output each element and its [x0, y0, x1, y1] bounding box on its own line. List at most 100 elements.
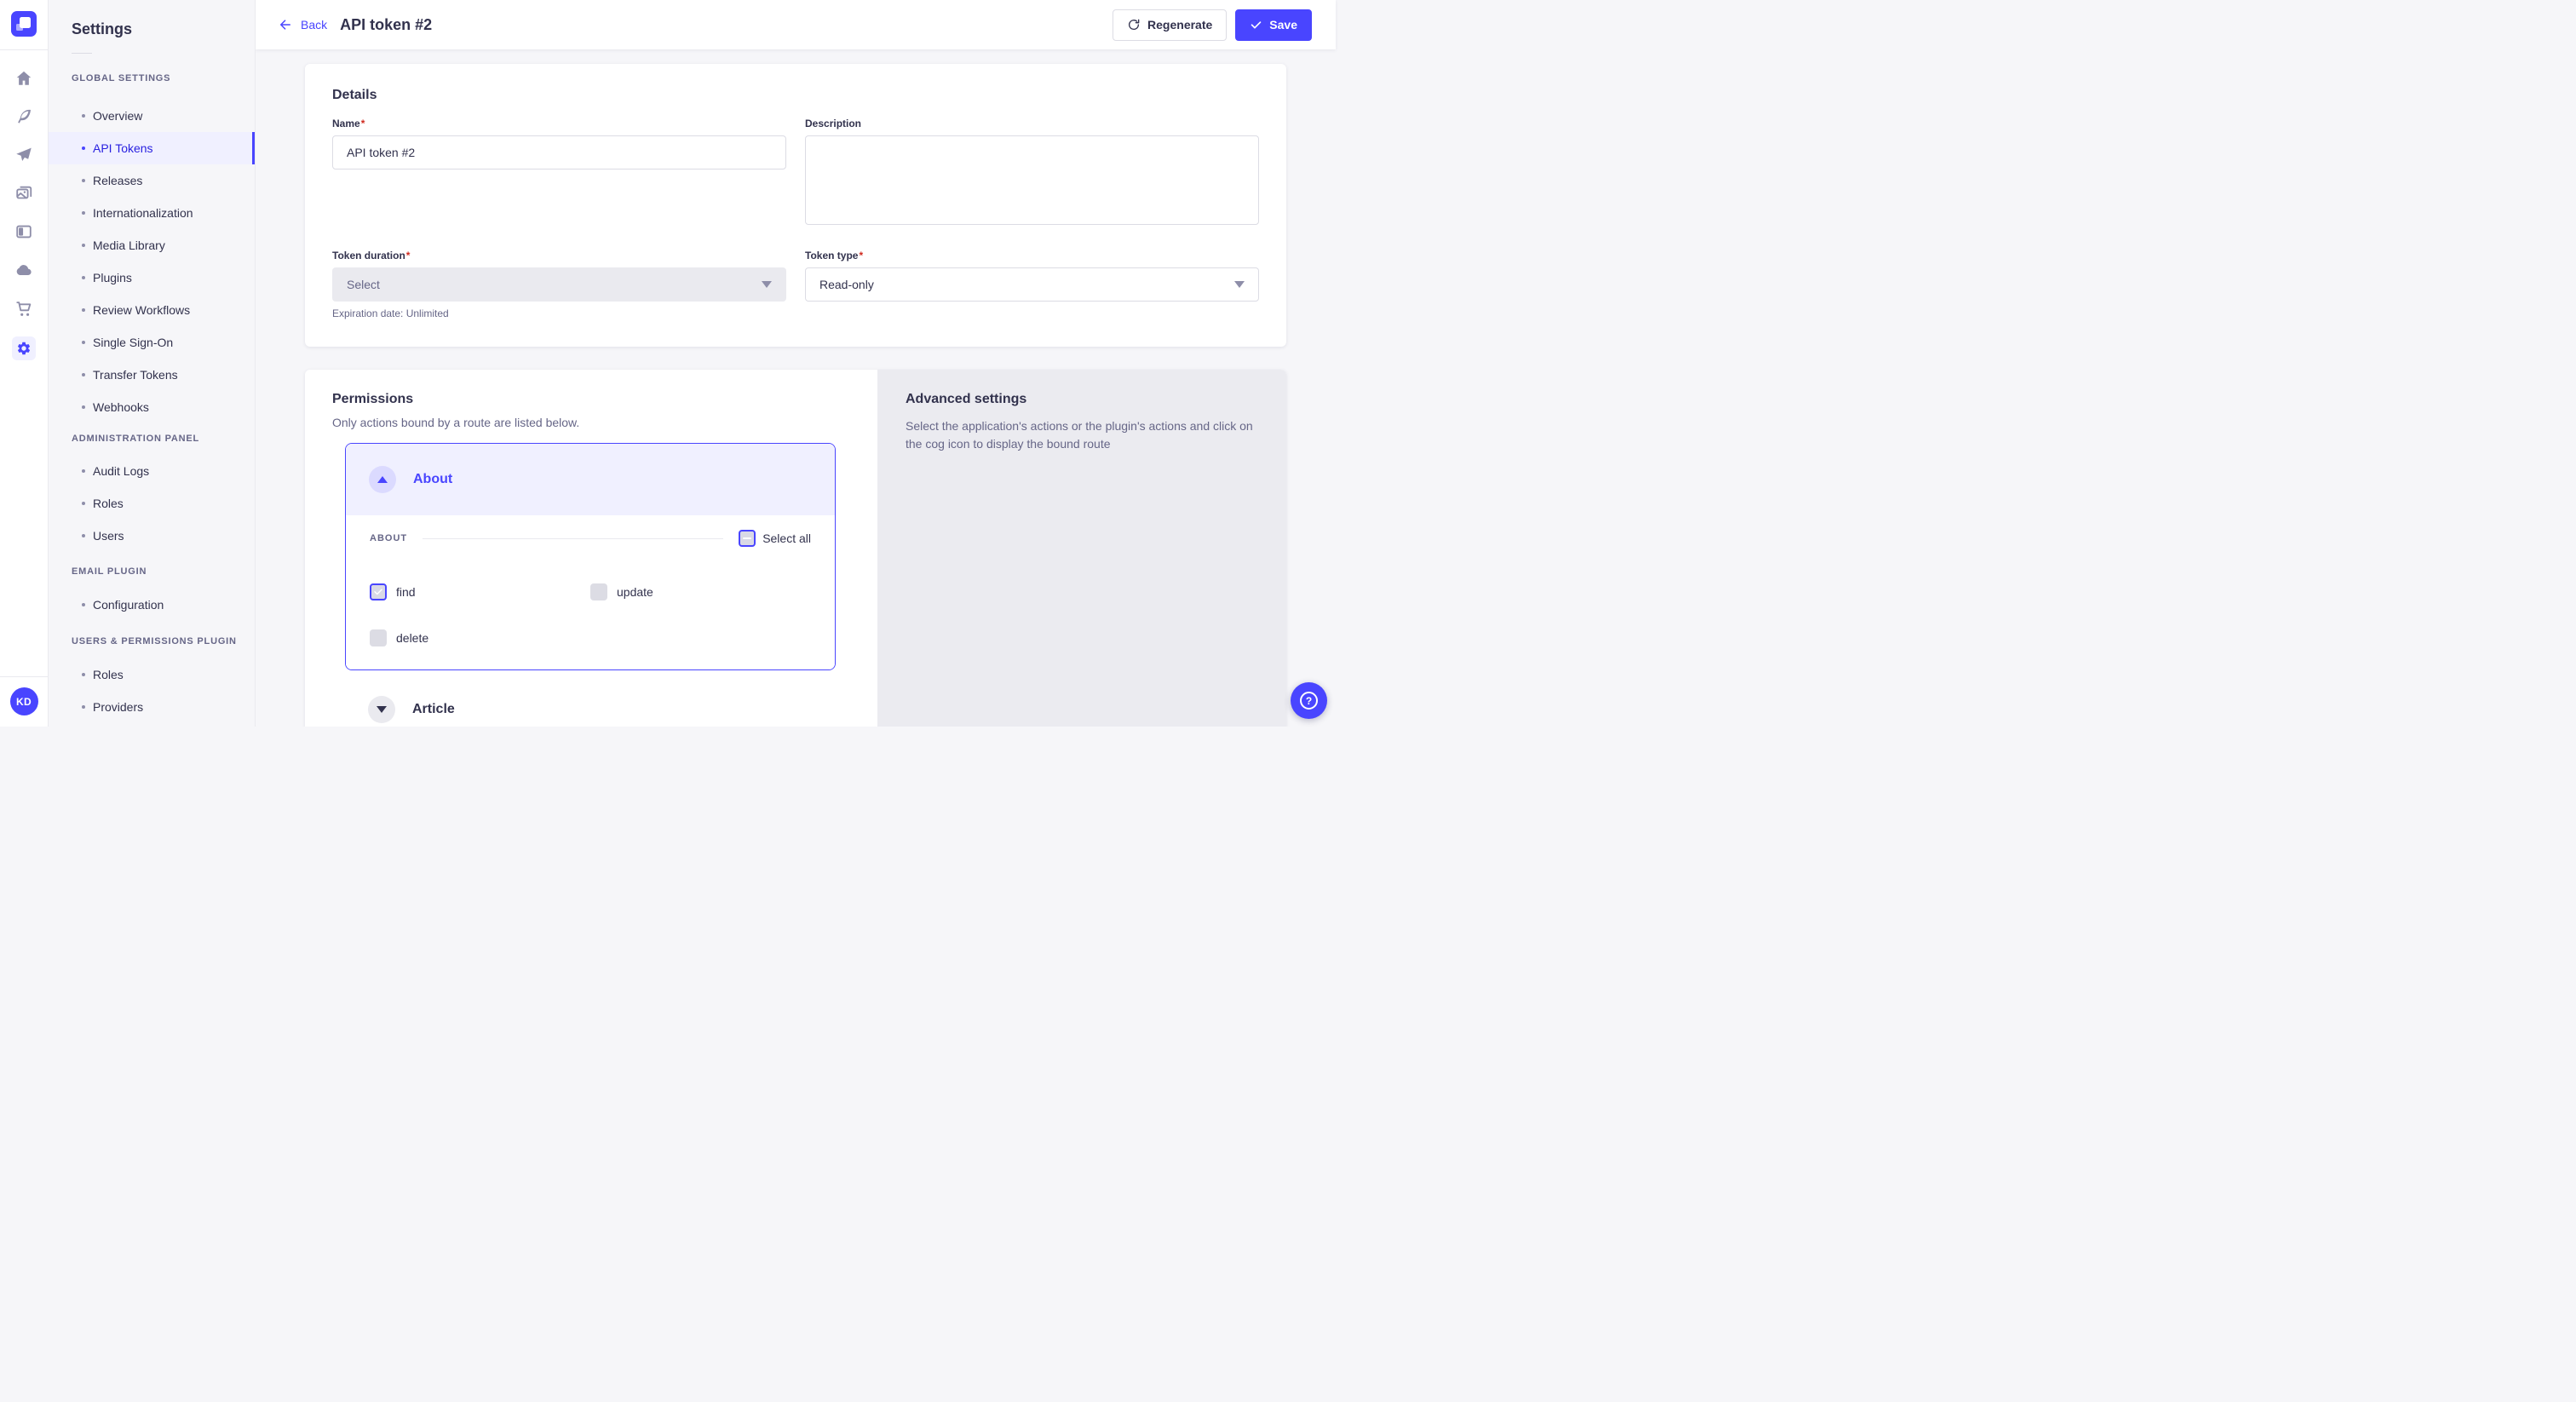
- bullet-dot: [82, 211, 85, 215]
- sidebar-item-label: Configuration: [93, 598, 164, 612]
- home-icon[interactable]: [14, 68, 34, 89]
- save-label: Save: [1269, 18, 1297, 32]
- accordion-about-title: About: [413, 472, 452, 487]
- sidebar-item-label: Internationalization: [93, 206, 193, 220]
- token-type-select[interactable]: Read-only: [805, 267, 1259, 302]
- regenerate-label: Regenerate: [1147, 18, 1212, 32]
- rail-bottom-divider: [0, 676, 48, 677]
- sidebar-item-plugins[interactable]: Plugins: [49, 261, 255, 294]
- page-header: Back API token #2 Regenerate Save: [256, 0, 1336, 49]
- back-label: Back: [301, 18, 327, 32]
- action-label: find: [396, 585, 416, 599]
- media-library-icon[interactable]: [14, 183, 34, 204]
- bullet-dot: [82, 276, 85, 279]
- collapse-caret-button[interactable]: [369, 466, 396, 493]
- sidebar-item-label: Media Library: [93, 238, 165, 252]
- sidebar-item-overview[interactable]: Overview: [49, 100, 255, 132]
- sidebar-item-single-sign-on[interactable]: Single Sign-On: [49, 326, 255, 359]
- save-button[interactable]: Save: [1235, 9, 1312, 41]
- caret-up-icon: [377, 476, 388, 483]
- sidebar-item-internationalization[interactable]: Internationalization: [49, 197, 255, 229]
- cloud-icon[interactable]: [14, 260, 34, 280]
- sidebar-item-label: Overview: [93, 109, 142, 123]
- permissions-pane: Permissions Only actions bound by a rout…: [305, 370, 877, 727]
- details-heading: Details: [332, 88, 1259, 103]
- refresh-icon: [1127, 18, 1141, 32]
- section-administration-panel: ADMINISTRATION PANEL: [72, 434, 255, 444]
- accordion-about-body: ABOUT Select all: [346, 515, 835, 669]
- sidebar-title-divider: [72, 53, 92, 54]
- help-button[interactable]: ?: [1291, 682, 1327, 719]
- delete-checkbox[interactable]: [370, 629, 387, 646]
- sidebar-item-audit-logs[interactable]: Audit Logs: [49, 455, 255, 487]
- section-global-settings: GLOBAL SETTINGS: [72, 73, 255, 83]
- bullet-dot: [82, 705, 85, 709]
- check-icon: [373, 587, 383, 597]
- sidebar-item-releases[interactable]: Releases: [49, 164, 255, 197]
- token-duration-field-group: Token duration* Select Expiration date: …: [332, 250, 786, 319]
- token-type-label: Token type*: [805, 250, 1259, 261]
- sidebar-item-transfer-tokens[interactable]: Transfer Tokens: [49, 359, 255, 391]
- select-all-checkbox[interactable]: [739, 530, 756, 547]
- advanced-settings-heading: Advanced settings: [906, 392, 1259, 407]
- bullet-dot: [82, 147, 85, 150]
- paper-plane-icon[interactable]: [14, 145, 34, 165]
- content-area: Details Name* Description Token duration…: [256, 49, 1336, 727]
- sidebar-item-api-tokens[interactable]: API Tokens: [49, 132, 255, 164]
- feather-icon[interactable]: [14, 106, 34, 127]
- sidebar-item-label: Plugins: [93, 271, 132, 284]
- find-checkbox[interactable]: [370, 583, 387, 600]
- sidebar-item-label: Providers: [93, 700, 143, 714]
- sidebar-item-users[interactable]: Users: [49, 520, 255, 552]
- name-label: Name*: [332, 118, 786, 129]
- sidebar-item-label: Transfer Tokens: [93, 368, 178, 382]
- action-update: update: [590, 583, 811, 600]
- sidebar-item-admin-roles[interactable]: Roles: [49, 487, 255, 520]
- name-input[interactable]: [332, 135, 786, 170]
- back-link[interactable]: Back: [278, 17, 327, 32]
- accordion-article-header[interactable]: Article: [345, 682, 836, 727]
- bullet-dot: [82, 308, 85, 312]
- bullet-dot: [82, 502, 85, 505]
- user-avatar[interactable]: KD: [10, 687, 38, 715]
- sidebar-item-configuration[interactable]: Configuration: [49, 589, 255, 621]
- bullet-dot: [82, 673, 85, 676]
- layout-icon[interactable]: [14, 221, 34, 242]
- sidebar-item-label: Review Workflows: [93, 303, 190, 317]
- details-card: Details Name* Description Token duration…: [305, 64, 1286, 347]
- sidebar-item-providers[interactable]: Providers: [49, 691, 255, 723]
- arrow-left-icon: [278, 17, 293, 32]
- update-checkbox[interactable]: [590, 583, 607, 600]
- check-icon: [1250, 19, 1262, 32]
- token-duration-select[interactable]: Select: [332, 267, 786, 302]
- chevron-down-icon: [1234, 281, 1245, 288]
- permissions-accordion-list: About ABOUT Select all: [345, 443, 836, 727]
- sidebar-item-media-library[interactable]: Media Library: [49, 229, 255, 261]
- description-textarea[interactable]: [805, 135, 1259, 225]
- shopping-cart-icon[interactable]: [14, 298, 34, 319]
- sidebar-item-label: Users: [93, 529, 124, 543]
- sidebar-item-up-roles[interactable]: Roles: [49, 658, 255, 691]
- sidebar-item-label: Roles: [93, 497, 124, 510]
- indeterminate-dash-icon: [743, 537, 751, 539]
- token-duration-label: Token duration*: [332, 250, 786, 261]
- required-asterisk: *: [406, 250, 411, 261]
- main-area: Back API token #2 Regenerate Save Detail…: [256, 0, 1336, 727]
- action-find: find: [370, 583, 590, 600]
- required-asterisk: *: [859, 250, 863, 261]
- bullet-dot: [82, 114, 85, 118]
- bullet-dot: [82, 179, 85, 182]
- accordion-about-header[interactable]: About: [346, 444, 835, 515]
- regenerate-button[interactable]: Regenerate: [1113, 9, 1227, 41]
- strapi-logo[interactable]: [11, 11, 37, 37]
- description-label: Description: [805, 118, 1259, 129]
- sidebar-item-webhooks[interactable]: Webhooks: [49, 391, 255, 423]
- section-users-permissions-plugin: USERS & PERMISSIONS PLUGIN: [72, 636, 255, 646]
- advanced-settings-description: Select the application's actions or the …: [906, 417, 1259, 453]
- sidebar-item-label: API Tokens: [93, 141, 153, 155]
- settings-gear-icon[interactable]: [12, 336, 36, 360]
- sidebar-item-review-workflows[interactable]: Review Workflows: [49, 294, 255, 326]
- select-all-control[interactable]: Select all: [739, 530, 811, 547]
- page-title: API token #2: [340, 16, 432, 34]
- expand-caret-button[interactable]: [368, 696, 395, 723]
